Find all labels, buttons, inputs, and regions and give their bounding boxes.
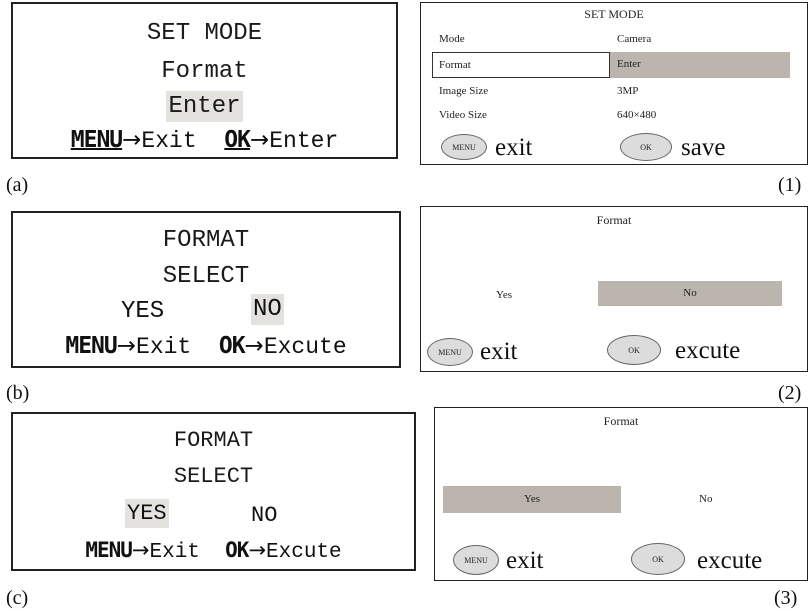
lcd-footer: MENU→Exit OK→Excute <box>13 538 414 564</box>
lcd-footer: MENU→Exit OK→Excute <box>13 333 399 360</box>
figure-label-c: (c) <box>6 587 29 609</box>
format-row-value: Enter <box>617 58 641 70</box>
screen-panel-3: Format Yes No MENU exit OK excute <box>434 407 808 581</box>
lcd-title: FORMAT <box>162 227 250 254</box>
screen-panel-1: SET MODE Mode Camera Format Enter Image … <box>420 2 808 165</box>
lcd-panel-b: FORMAT SELECT YES NO MENU→Exit OK→Excute <box>11 211 401 368</box>
no-option[interactable]: No <box>699 493 712 505</box>
figure-label-1: (1) <box>778 174 802 196</box>
screen-panel-2: Format Yes No MENU exit OK excute <box>420 206 808 372</box>
image-size-row-value: 3MP <box>617 85 639 97</box>
lcd-subtitle: SELECT <box>173 464 254 489</box>
menu-action-label: Exit <box>149 541 200 564</box>
lcd-selected-option: Enter <box>13 91 396 122</box>
format-row-value-bar[interactable]: Enter <box>610 52 790 78</box>
menu-action-label: Exit <box>136 334 192 360</box>
format-row-box[interactable]: Format <box>432 52 610 78</box>
figure-label-a: (a) <box>6 174 29 196</box>
video-size-row-value: 640×480 <box>617 109 657 121</box>
ok-button-icon[interactable]: OK <box>620 133 672 161</box>
menu-button-icon[interactable]: MENU <box>427 338 473 366</box>
yes-option[interactable]: YES <box>121 298 164 325</box>
image-size-row-name: Image Size <box>439 85 489 97</box>
video-size-row-name: Video Size <box>439 109 487 121</box>
excute-label: excute <box>697 547 763 574</box>
ok-key-label: OK <box>224 127 251 153</box>
screen-title: SET MODE <box>584 7 644 21</box>
yes-option[interactable]: YES <box>125 499 169 528</box>
screen-title: Format <box>596 213 632 227</box>
menu-key-label: MENU <box>65 333 117 359</box>
arrow-right-icon: → <box>249 127 270 153</box>
arrow-right-icon: → <box>122 127 142 153</box>
ok-key-label: OK <box>225 538 249 562</box>
no-option-highlight: NO <box>251 294 284 325</box>
menu-key-label: MENU <box>85 538 133 562</box>
lcd-panel-a: SET MODE Format Enter MENU→Exit OK→Enter <box>11 2 398 159</box>
save-label: save <box>681 134 726 161</box>
ok-action-label: Excute <box>266 541 342 564</box>
figure-label-2: (2) <box>778 382 802 404</box>
lcd-panel-c: FORMAT SELECT YES NO MENU→Exit OK→Excute <box>11 412 416 571</box>
ok-action-label: Enter <box>269 128 339 154</box>
menu-action-label: Exit <box>141 128 197 154</box>
no-option-highlight[interactable]: No <box>598 281 782 306</box>
no-option[interactable]: NO <box>251 294 284 325</box>
figure-label-3: (3) <box>774 587 798 609</box>
exit-label: exit <box>495 134 533 161</box>
figure-label-b: (b) <box>6 382 30 404</box>
ok-button-icon[interactable]: OK <box>631 543 685 575</box>
lcd-title: SET MODE <box>146 20 263 47</box>
ok-button-icon[interactable]: OK <box>607 335 661 365</box>
arrow-right-icon: → <box>131 538 150 562</box>
excute-label: excute <box>675 337 741 364</box>
yes-option-highlight[interactable]: Yes <box>443 486 621 513</box>
arrow-right-icon: → <box>244 333 264 359</box>
yes-option-highlight: YES <box>125 499 169 528</box>
format-row-name: Format <box>439 59 471 71</box>
exit-label: exit <box>480 338 518 365</box>
mode-row-name: Mode <box>439 33 465 45</box>
enter-option-highlight[interactable]: Enter <box>166 91 243 122</box>
menu-key-label: MENU <box>70 127 123 153</box>
lcd-item: Format <box>161 58 248 85</box>
lcd-footer: MENU→Exit OK→Enter <box>13 127 396 154</box>
mode-row-value: Camera <box>617 33 652 45</box>
yes-option[interactable]: Yes <box>496 289 512 301</box>
menu-button-icon[interactable]: MENU <box>453 545 499 575</box>
lcd-title: FORMAT <box>173 428 254 453</box>
menu-button-icon[interactable]: MENU <box>441 134 487 160</box>
no-option[interactable]: NO <box>251 503 277 528</box>
ok-action-label: Excute <box>263 334 347 360</box>
arrow-right-icon: → <box>248 538 267 562</box>
arrow-right-icon: → <box>116 333 137 359</box>
exit-label: exit <box>506 547 544 574</box>
lcd-subtitle: SELECT <box>162 263 250 290</box>
screen-title: Format <box>603 414 639 428</box>
ok-key-label: OK <box>218 333 246 359</box>
